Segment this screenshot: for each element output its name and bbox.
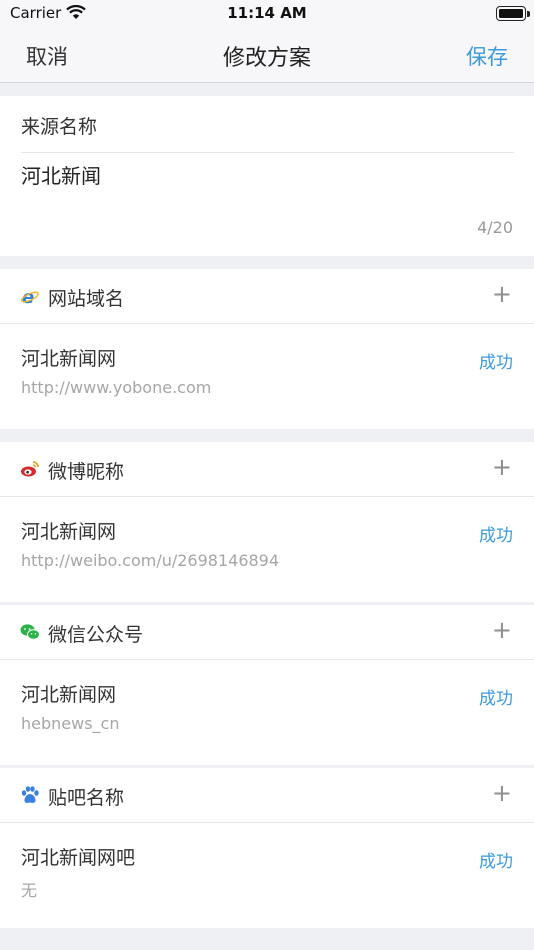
item-name: 河北新闻网: [21, 348, 117, 370]
section-header: 贴吧名称 +: [0, 768, 534, 823]
section-header: 微信公众号 +: [0, 605, 534, 660]
ie-browser-icon: e: [21, 287, 39, 306]
list-item[interactable]: 河北新闻网 http://weibo.com/u/2698146894 成功: [0, 497, 534, 602]
item-name: 河北新闻网: [21, 521, 117, 543]
add-button[interactable]: +: [492, 455, 512, 479]
section-header: 微博昵称 +: [0, 442, 534, 497]
status-success[interactable]: 成功: [479, 847, 513, 872]
weibo-icon: [21, 461, 39, 477]
list-item[interactable]: 河北新闻网 hebnews_cn 成功: [0, 660, 534, 765]
char-counter: 4/20: [477, 218, 513, 237]
item-name: 河北新闻网吧: [21, 847, 136, 869]
wechat-icon: [20, 624, 40, 640]
save-button[interactable]: 保存: [466, 41, 508, 71]
list-item[interactable]: 河北新闻网 http://www.yobone.com 成功: [0, 324, 534, 429]
status-success[interactable]: 成功: [479, 684, 513, 709]
item-url: 无: [21, 881, 38, 900]
item-url: http://weibo.com/u/2698146894: [21, 551, 280, 570]
section-website-domain: e 网站域名 + 河北新闻网 http://www.yobone.com 成功: [0, 269, 534, 429]
source-name-label: 来源名称: [21, 116, 98, 138]
battery-icon: [496, 6, 530, 21]
status-success[interactable]: 成功: [479, 348, 513, 373]
add-button[interactable]: +: [492, 618, 512, 642]
item-account: hebnews_cn: [21, 714, 120, 733]
section-weibo: 微博昵称 + 河北新闻网 http://weibo.com/u/26981468…: [0, 442, 534, 602]
source-name-input[interactable]: [21, 162, 501, 186]
section-title: 微信公众号: [48, 624, 144, 646]
list-item[interactable]: 河北新闻网吧 无 成功: [0, 823, 534, 928]
baidu-paw-icon: [21, 786, 39, 803]
status-success[interactable]: 成功: [479, 521, 513, 546]
section-tieba: 贴吧名称 + 河北新闻网吧 无 成功: [0, 768, 534, 928]
add-button[interactable]: +: [492, 781, 512, 805]
section-wechat: 微信公众号 + 河北新闻网 hebnews_cn 成功: [0, 605, 534, 765]
divider: [21, 152, 514, 153]
clock: 11:14 AM: [227, 4, 307, 22]
status-bar: Carrier 11:14 AM: [0, 0, 534, 28]
section-title: 网站域名: [48, 288, 125, 310]
item-url: http://www.yobone.com: [21, 378, 212, 397]
section-title: 微博昵称: [48, 461, 125, 483]
page-title: 修改方案: [222, 46, 311, 71]
item-name: 河北新闻网: [21, 684, 117, 706]
nav-bar: 取消 修改方案 保存: [0, 28, 534, 83]
section-title: 贴吧名称: [48, 787, 125, 809]
source-name-card: 来源名称 4/20: [0, 96, 534, 256]
add-button[interactable]: +: [492, 282, 512, 306]
section-header: e 网站域名 +: [0, 269, 534, 324]
